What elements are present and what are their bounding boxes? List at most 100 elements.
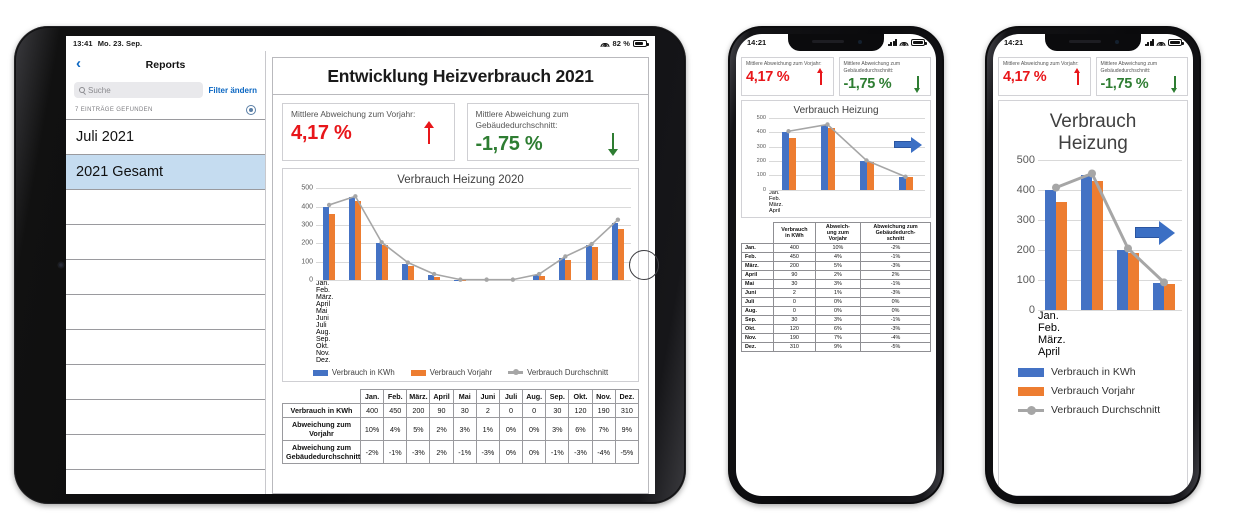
legend-swatch-blue xyxy=(312,369,328,376)
table-cell-gebaeude: -1% xyxy=(860,314,931,325)
list-item[interactable] xyxy=(66,225,265,260)
table-cell-verbrauch: 200 xyxy=(773,260,816,271)
y-axis: 0 100 200 300 400 500 xyxy=(1004,154,1038,316)
table-cell: 3% xyxy=(545,417,570,442)
y-axis: 0 100 200 300 400 500 xyxy=(747,115,769,193)
list-item[interactable] xyxy=(66,435,265,470)
table-row: Abweichung zum Gebäudedurchschnitt -2% -1%… xyxy=(282,440,640,465)
list-item[interactable] xyxy=(66,330,265,365)
table-row: Aug. 0 0% 0% xyxy=(740,305,931,316)
table-row-header: Verbrauch in KWh xyxy=(282,403,361,419)
y-axis-tick: 0 xyxy=(309,276,313,284)
arrow-up-icon xyxy=(816,67,826,86)
filter-change-button[interactable]: Filter ändern xyxy=(209,86,257,95)
table-col-header: Jan. xyxy=(359,389,385,405)
table-row: Mai 30 3% -1% xyxy=(740,278,931,289)
table-cell: 2 xyxy=(475,403,500,419)
table-cell-gebaeude: 0% xyxy=(860,305,931,316)
table-cell: 4% xyxy=(383,417,408,442)
list-item-juli-2021[interactable]: Juli 2021 xyxy=(66,120,265,155)
search-input[interactable]: Suche xyxy=(74,82,203,98)
y-axis-tick: 300 xyxy=(756,143,766,150)
kpi-label: Mittlere Abweichung zum Vorjahr: xyxy=(1003,61,1079,67)
table-row-header: Sep. xyxy=(740,314,775,325)
kpi-label: Mittlere Abweichung zum Gebäudedurchschn… xyxy=(1100,61,1158,74)
scroll-right-arrow-icon[interactable] xyxy=(1135,220,1175,245)
table-cell: -5% xyxy=(614,440,640,465)
table-cell-gebaeude: -3% xyxy=(860,323,931,334)
list-item[interactable] xyxy=(66,190,265,225)
table-col-header: Juni xyxy=(475,389,500,405)
table-col-header: Nov. xyxy=(591,389,616,405)
x-axis: Jan. Feb. März. April Mai Juni Juli Aug. Sep. Okt… xyxy=(316,280,631,364)
table-cell-gebaeude: 2% xyxy=(860,269,931,280)
y-axis-tick: 400 xyxy=(756,129,766,136)
arrow-down-icon xyxy=(606,132,620,157)
ipad-home-button[interactable] xyxy=(629,250,659,280)
table-row: Okt. 120 6% -3% xyxy=(740,323,931,334)
x-axis-tick: Mai xyxy=(316,308,328,316)
table-cell-verbrauch: 30 xyxy=(773,314,816,325)
table-cell: -4% xyxy=(591,440,616,465)
report-title-box: Entwicklung Heizverbrauch 2021 xyxy=(272,57,649,95)
table-cell: -3% xyxy=(475,440,500,465)
list-item[interactable] xyxy=(66,365,265,400)
chart-card-ipad: Verbrauch Heizung 2020 0 100 200 300 400 500 … xyxy=(282,168,639,383)
table-cell-verbrauch: 450 xyxy=(773,251,816,262)
kpi-label: Mittlere Abweichung zum Gebäudedurchschn… xyxy=(843,61,901,74)
list-item[interactable] xyxy=(66,260,265,295)
kpi-value: -1,75 % xyxy=(1100,75,1149,92)
chart-legend: Verbrauch in KWh Verbrauch Vorjahr Verbr… xyxy=(1004,358,1182,416)
table-cell-gebaeude: -2% xyxy=(860,242,931,253)
kpi-label: Mittlere Abweichung zum Vorjahr: xyxy=(746,61,822,67)
y-axis-tick: 500 xyxy=(301,184,313,192)
table-row-header: März. xyxy=(740,260,775,271)
table-cell-gebaeude: -1% xyxy=(860,278,931,289)
legend-item-verbrauch-kwh: Verbrauch in KWh xyxy=(312,368,395,377)
battery-icon xyxy=(1168,39,1184,46)
table-col-header: Abweich-ung zum Vorjahr xyxy=(814,221,862,244)
bar-line-chart: 0 100 200 300 400 500 xyxy=(747,115,925,193)
iphone2-screen: 14:21 Mittlere Abweichung zum Vorjahr: 4… xyxy=(993,34,1193,496)
arrow-down-icon xyxy=(913,75,923,93)
sidebar: ‹ Reports Suche Filter ändern 7 EINTRÄGE… xyxy=(66,51,266,494)
table-row-header: Okt. xyxy=(740,323,775,334)
y-axis-tick: 100 xyxy=(1016,274,1035,287)
x-axis-tick: Jan. xyxy=(1038,310,1059,323)
list-item[interactable] xyxy=(66,295,265,330)
table-row: Verbrauch in KWh 400 450 200 90 30 2 0 0 30 120 190… xyxy=(282,403,640,419)
table-cell: 400 xyxy=(359,403,385,419)
table-cell-verbrauch: 190 xyxy=(773,332,816,343)
table-col-header: Sep. xyxy=(545,389,570,405)
legend-swatch-line xyxy=(508,369,524,375)
scroll-right-arrow-icon[interactable] xyxy=(894,136,922,153)
back-chevron-icon[interactable]: ‹ xyxy=(76,56,81,71)
report-detail-pane: Entwicklung Heizverbrauch 2021 Mittlere … xyxy=(266,51,655,494)
legend-swatch-orange xyxy=(410,369,426,376)
target-circle-icon[interactable] xyxy=(246,105,256,115)
x-axis-tick: Dez. xyxy=(316,357,331,365)
ipad-device: 13:41 Mo. 23. Sep. 82 % ‹ Reports Suche … xyxy=(14,26,686,504)
legend-label: Verbrauch Vorjahr xyxy=(1051,385,1136,398)
list-item-2021-gesamt[interactable]: 2021 Gesamt xyxy=(66,155,265,190)
list-item[interactable] xyxy=(66,400,265,435)
gridline xyxy=(1038,310,1182,312)
legend-label: Verbrauch Vorjahr xyxy=(429,368,493,378)
sidebar-nav-bar: ‹ Reports xyxy=(66,51,265,79)
legend-item-verbrauch-vorjahr: Verbrauch Vorjahr xyxy=(1018,385,1182,397)
kpi-value: 4,17 % xyxy=(746,68,790,85)
report-list: Juli 2021 2021 Gesamt xyxy=(66,119,265,494)
x-axis-tick: April xyxy=(316,301,331,309)
table-cell: -1% xyxy=(452,440,477,465)
x-axis-tick: Feb. xyxy=(1038,322,1061,335)
table-cell-vorjahr: 1% xyxy=(814,287,862,298)
table-cell: 2% xyxy=(429,440,454,465)
table-cell-verbrauch: 2 xyxy=(773,287,816,298)
table-row-header: Aug. xyxy=(740,305,775,316)
iphone2-content: Mittlere Abweichung zum Vorjahr: 4,17 % … xyxy=(993,51,1193,496)
legend-swatch-blue xyxy=(1018,367,1044,377)
table-cell-verbrauch: 30 xyxy=(773,278,816,289)
arrow-down-icon xyxy=(1170,75,1180,93)
x-axis-tick: April xyxy=(1038,346,1061,359)
table-cell-gebaeude: -3% xyxy=(860,260,931,271)
